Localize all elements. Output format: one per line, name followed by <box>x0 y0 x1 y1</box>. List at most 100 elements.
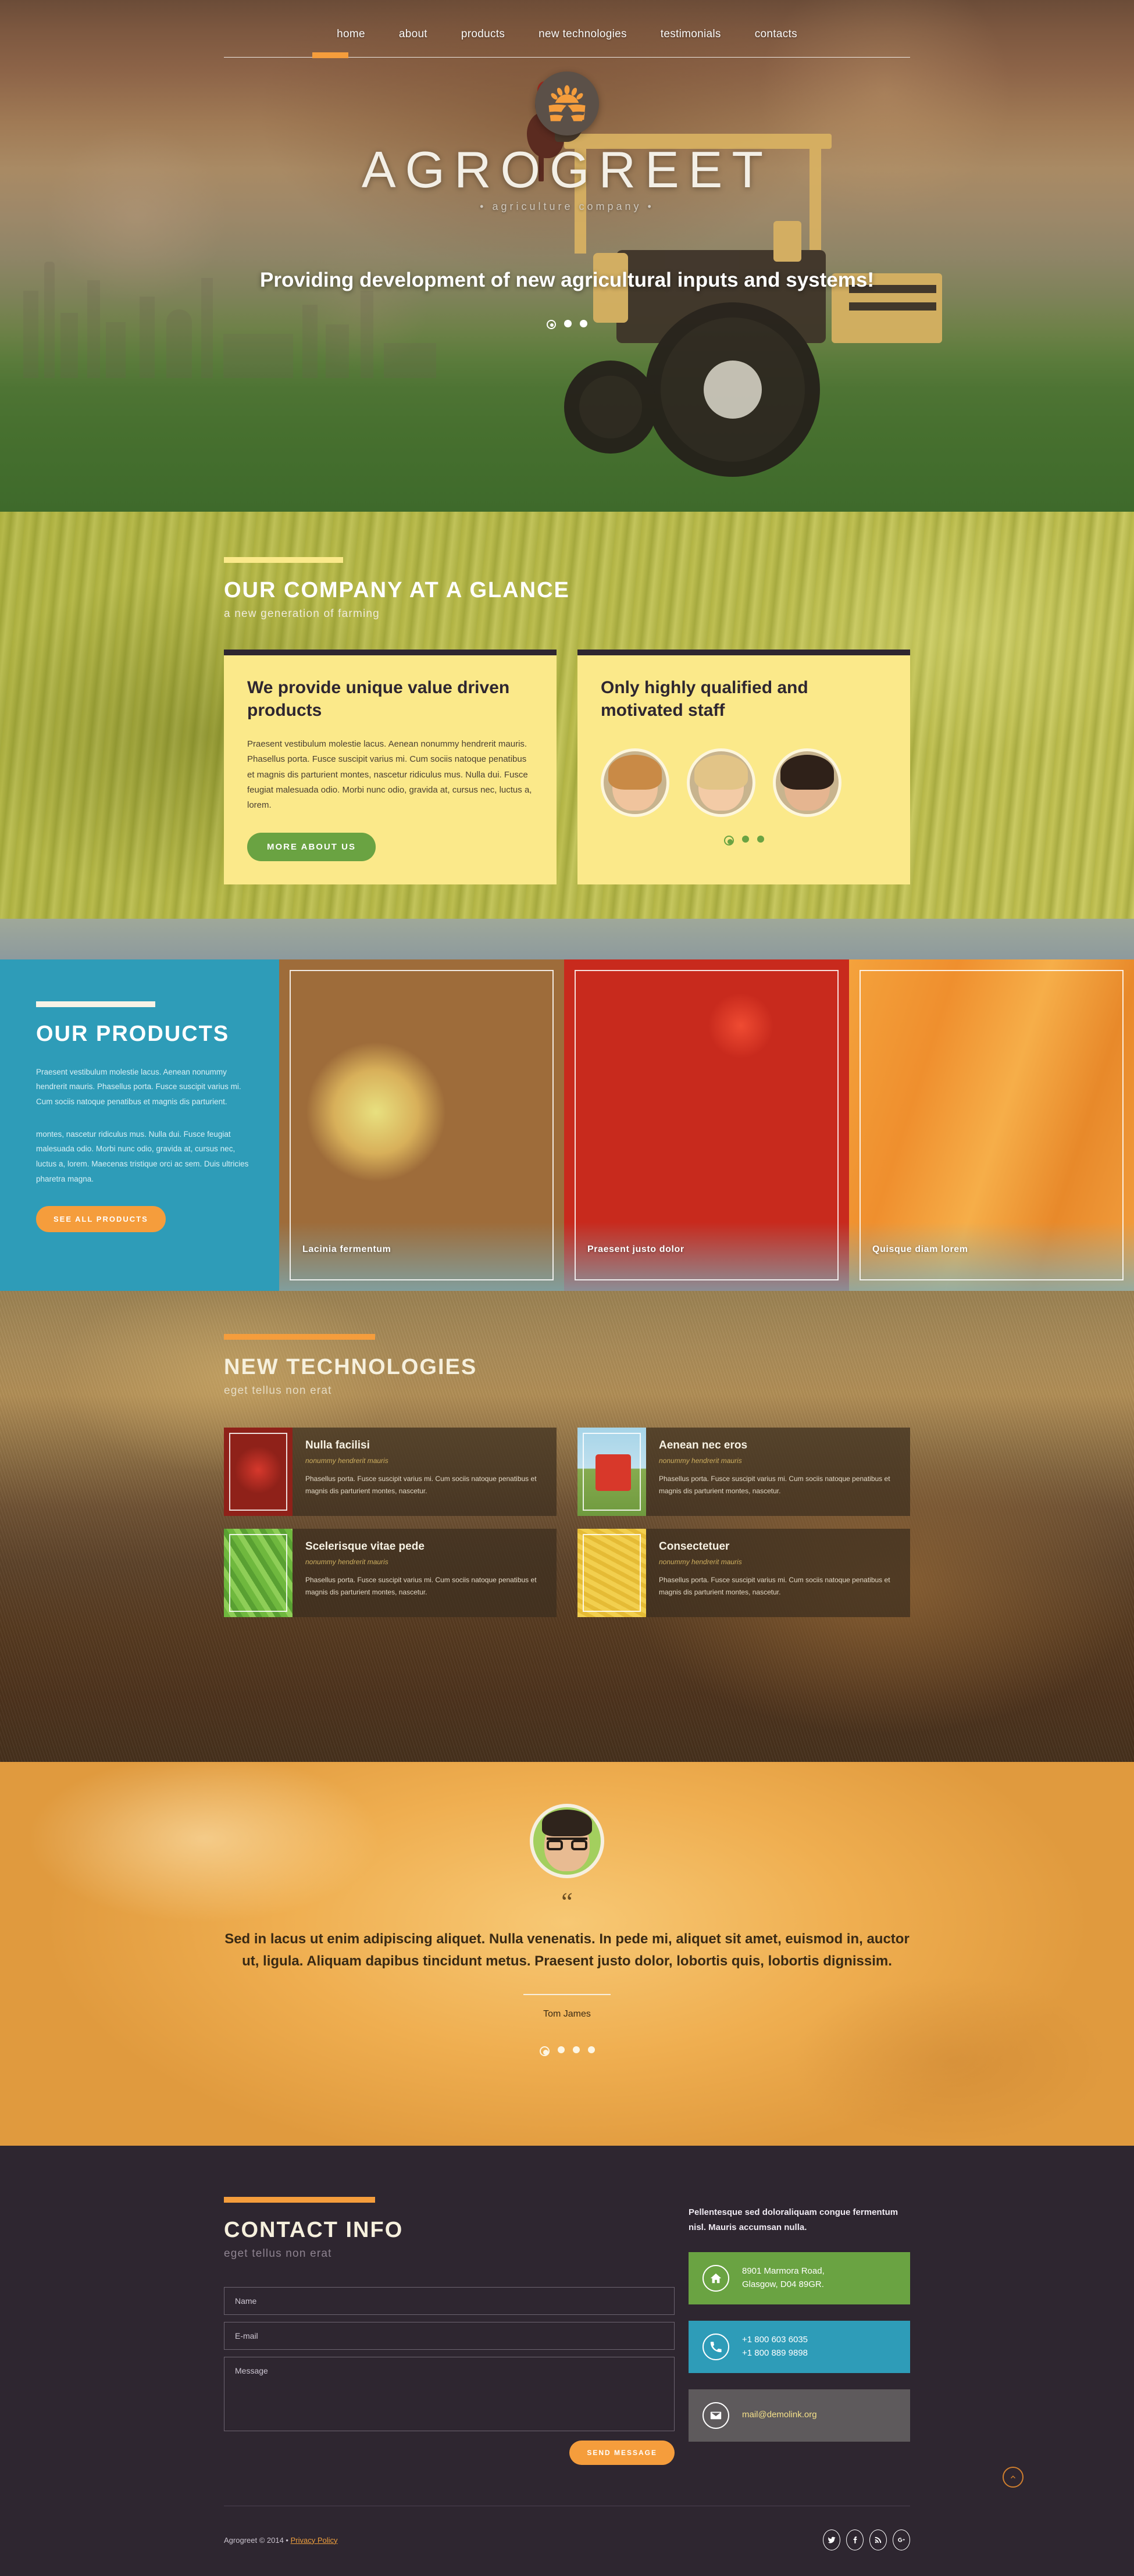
glance-card-products: We provide unique value driven products … <box>224 650 557 885</box>
contact-info-column: Pellentesque sed doloraliquam congue fer… <box>689 2197 910 2465</box>
avatar-staff-2[interactable] <box>687 748 755 817</box>
testimonial-author: Tom James <box>543 2008 591 2019</box>
tech-subtitle: eget tellus non erat <box>224 1385 332 1397</box>
contact-form[interactable]: SEND MESSAGE <box>224 2287 675 2465</box>
contact-blurb: Pellentesque sed doloraliquam congue fer… <box>689 2207 898 2233</box>
hero-slider-dots[interactable] <box>0 320 1134 330</box>
tech-card-1-body: Phasellus porta. Fusce suscipit varius m… <box>305 1475 537 1495</box>
privacy-policy-link[interactable]: Privacy Policy <box>291 2536 338 2545</box>
footer-contact-section: CONTACT INFO eget tellus non erat SEND M… <box>0 2146 1134 2576</box>
phone-box: +1 800 603 6035 +1 800 889 9898 <box>689 2320 910 2373</box>
product-tile-apples[interactable]: Lacinia fermentum <box>279 959 564 1291</box>
nav-item-testimonials[interactable]: testimonials <box>657 26 725 43</box>
home-icon <box>702 2264 729 2292</box>
testimonial-dot-1[interactable] <box>539 2046 550 2056</box>
scroll-to-top-button[interactable] <box>1003 2467 1024 2488</box>
products-body-2: montes, nascetur ridiculus mus. Nulla du… <box>36 1129 249 1183</box>
corn-cob-photo <box>577 1529 646 1617</box>
tech-card-2-sub: nonummy hendrerit mauris <box>659 1457 742 1465</box>
tech-card-4[interactable]: Consectetuer nonummy hendrerit mauris Ph… <box>577 1529 910 1617</box>
see-all-products-button[interactable]: SEE ALL PRODUCTS <box>36 1206 166 1233</box>
email-text[interactable]: mail@demolink.org <box>742 2409 817 2422</box>
glance-card-staff: Only highly qualified and motivated staf… <box>577 650 910 885</box>
nav-item-home[interactable]: home <box>333 26 369 43</box>
facebook-icon[interactable] <box>846 2529 864 2550</box>
product-tile-tomatoes[interactable]: Praesent justo dolor <box>564 959 849 1291</box>
hero-section: home about products new technologies tes… <box>0 0 1134 512</box>
tech-card-4-body: Phasellus porta. Fusce suscipit varius m… <box>659 1576 890 1596</box>
rss-icon[interactable] <box>869 2529 887 2550</box>
staff-slider-dots[interactable] <box>601 836 887 845</box>
social-links[interactable] <box>823 2529 910 2550</box>
page-root: home about products new technologies tes… <box>0 0 1134 2576</box>
product-caption-2: Praesent justo dolor <box>587 1244 684 1254</box>
contact-form-column: CONTACT INFO eget tellus non erat SEND M… <box>224 2197 675 2465</box>
envelope-icon <box>702 2402 729 2429</box>
brand-subtitle: • agriculture company • <box>480 201 654 212</box>
contact-subtitle: eget tellus non erat <box>224 2247 332 2260</box>
tech-card-1[interactable]: Nulla facilisi nonummy hendrerit mauris … <box>224 1428 557 1516</box>
staff-dot-1[interactable] <box>723 836 734 845</box>
contact-title: CONTACT INFO <box>224 2218 404 2242</box>
hero-dot-3[interactable] <box>580 320 587 328</box>
glance-title: OUR COMPANY AT A GLANCE <box>224 578 570 602</box>
more-about-us-button[interactable]: MORE ABOUT US <box>247 833 376 862</box>
nav-item-products[interactable]: products <box>458 26 508 43</box>
products-title: OUR PRODUCTS <box>36 1022 230 1046</box>
testimonial-divider <box>523 1993 611 1995</box>
testimonial-dot-2[interactable] <box>557 2046 565 2053</box>
testimonial-dot-4[interactable] <box>587 2046 595 2053</box>
testimonial-slider-dots[interactable] <box>224 2046 910 2056</box>
tech-card-4-title: Consectetuer <box>659 1540 730 1553</box>
twitter-icon[interactable] <box>823 2529 840 2550</box>
hero-dot-2[interactable] <box>564 320 572 328</box>
hero-dot-1[interactable] <box>547 320 556 330</box>
avatar-staff-1[interactable] <box>601 748 669 817</box>
message-input[interactable] <box>224 2357 675 2431</box>
name-input[interactable] <box>224 2287 675 2315</box>
tech-card-3[interactable]: Scelerisque vitae pede nonummy hendrerit… <box>224 1529 557 1617</box>
tech-card-1-title: Nulla facilisi <box>305 1439 370 1451</box>
tech-accent-bar <box>224 1334 375 1340</box>
main-navigation[interactable]: home about products new technologies tes… <box>0 0 1134 43</box>
tech-card-3-sub: nonummy hendrerit mauris <box>305 1558 388 1566</box>
products-top-strip <box>0 919 1134 959</box>
email-input[interactable] <box>224 2322 675 2350</box>
copyright: Agrogreet © 2014 • Privacy Policy <box>224 2536 338 2545</box>
tile-frame <box>575 970 839 1280</box>
section-accent-bar <box>224 557 343 563</box>
copyright-text: Agrogreet © 2014 • <box>224 2535 291 2545</box>
logo-badge[interactable] <box>535 72 599 135</box>
nav-active-marker <box>312 52 348 58</box>
hero-tagline: Providing development of new agricultura… <box>259 269 874 291</box>
tile-frame <box>860 970 1124 1280</box>
quote-mark-icon: “ <box>561 1888 573 1916</box>
nav-item-new-technologies[interactable]: new technologies <box>535 26 630 43</box>
testimonial-avatar <box>530 1804 604 1878</box>
staff-dot-2[interactable] <box>741 836 749 843</box>
staff-dot-3[interactable] <box>757 836 764 843</box>
nav-item-contacts[interactable]: contacts <box>751 26 801 43</box>
phone-text: +1 800 603 6035 +1 800 889 9898 <box>742 2335 808 2358</box>
google-plus-icon[interactable] <box>893 2529 910 2550</box>
nav-item-about[interactable]: about <box>395 26 431 43</box>
chevron-up-icon <box>1011 2475 1015 2479</box>
tile-frame <box>290 970 554 1280</box>
phone-icon <box>702 2333 729 2360</box>
email-box: mail@demolink.org <box>689 2389 910 2442</box>
testimonial-dot-3[interactable] <box>572 2046 580 2053</box>
send-message-button[interactable]: SEND MESSAGE <box>569 2441 675 2465</box>
tech-card-3-body: Phasellus porta. Fusce suscipit varius m… <box>305 1576 537 1596</box>
address-box: 8901 Marmora Road, Glasgow, D04 89GR. <box>689 2252 910 2304</box>
product-tile-carrots[interactable]: Quisque diam lorem <box>849 959 1134 1291</box>
tech-card-2-title: Aenean nec eros <box>659 1439 748 1451</box>
tech-title: NEW TECHNOLOGIES <box>224 1355 477 1379</box>
red-tractor-photo <box>577 1428 646 1516</box>
avatar-staff-3[interactable] <box>773 748 841 817</box>
glance-cards: We provide unique value driven products … <box>224 650 910 885</box>
testimonial-quote: Sed in lacus ut enim adipiscing aliquet.… <box>224 1931 910 1969</box>
new-technologies-section: NEW TECHNOLOGIES eget tellus non erat Nu… <box>0 1291 1134 1762</box>
products-section: OUR PRODUCTS Praesent vestibulum molesti… <box>0 959 1134 1291</box>
tech-card-2[interactable]: Aenean nec eros nonummy hendrerit mauris… <box>577 1428 910 1516</box>
products-intro-panel: OUR PRODUCTS Praesent vestibulum molesti… <box>0 959 279 1291</box>
